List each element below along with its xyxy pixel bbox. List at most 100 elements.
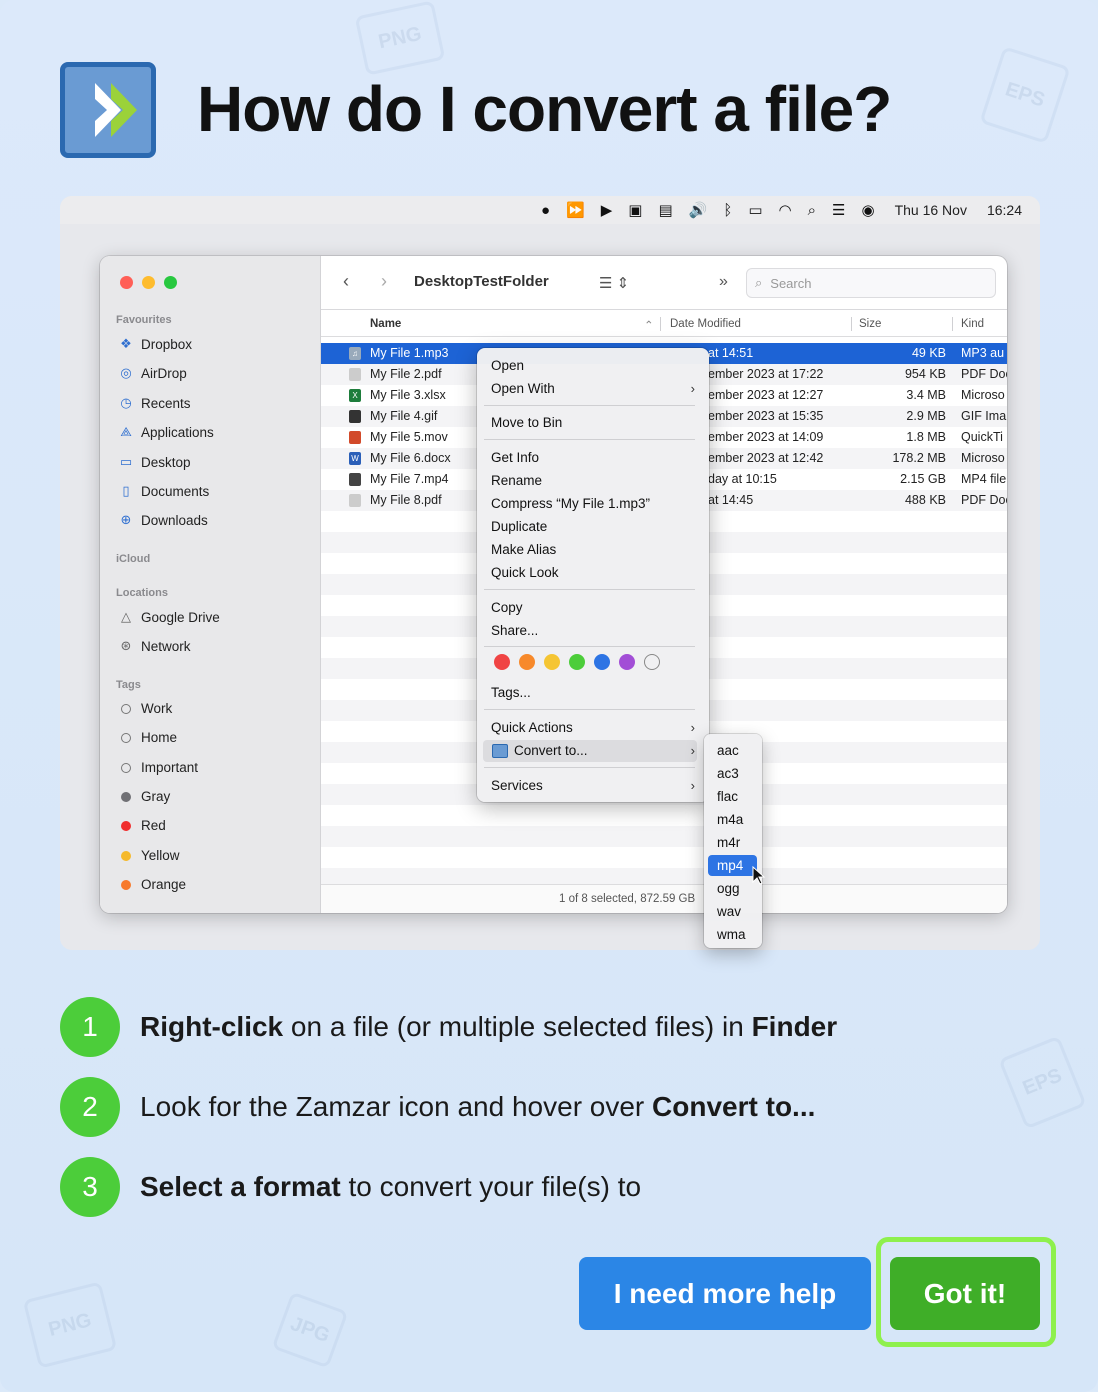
tag-color-picker [494, 654, 660, 670]
tag-color-yellow[interactable] [544, 654, 560, 670]
sidebar-item-applications[interactable]: ⟁ Applications [118, 424, 214, 440]
folder-title: DesktopTestFolder [414, 273, 549, 290]
sidebar-tag-red[interactable]: Red [118, 818, 166, 833]
mouse-cursor-icon [752, 866, 766, 885]
menu-item-tags[interactable]: Tags... [491, 685, 531, 700]
context-menu: Open Open With › Move to Bin Get Info Re… [477, 348, 709, 802]
menu-item-get-info[interactable]: Get Info [491, 450, 539, 465]
menu-item-move-to-bin[interactable]: Move to Bin [491, 415, 562, 430]
sidebar-item-network[interactable]: ⊛ Network [118, 638, 191, 654]
control-center-icon: ☰ [832, 201, 846, 219]
close-button[interactable] [120, 276, 133, 289]
tag-color-orange[interactable] [519, 654, 535, 670]
finder-screenshot: ● ⏩ ▶ ▣ ▤ 🔊 ᛒ ▭ ◠ ⌕ ☰ ◉ Thu 16 Nov 16:24… [60, 196, 1040, 950]
sidebar-section-tags: Tags [116, 679, 141, 691]
menu-separator [484, 405, 695, 406]
menu-item-services[interactable]: Services [491, 778, 543, 793]
excel-file-icon: X [349, 389, 361, 402]
tag-color-red[interactable] [494, 654, 510, 670]
column-size[interactable]: Size [859, 318, 881, 330]
menu-item-open-with[interactable]: Open With [491, 381, 555, 396]
step-number: 2 [60, 1077, 120, 1137]
search-field[interactable]: ⌕ Search [746, 268, 996, 298]
column-name[interactable]: Name [370, 318, 401, 330]
chevron-right-icon: › [690, 720, 695, 735]
column-headers: Name ⌃ Date Modified Size Kind [321, 311, 1007, 337]
chevron-right-icon: › [690, 743, 695, 758]
menu-item-open[interactable]: Open [491, 358, 524, 373]
sidebar-item-airdrop[interactable]: ◎ AirDrop [118, 365, 186, 381]
format-ogg[interactable]: ogg [717, 881, 740, 896]
menu-item-duplicate[interactable]: Duplicate [491, 519, 547, 534]
screen-icon: ▣ [628, 201, 643, 219]
zamzar-arrows-icon [95, 83, 137, 137]
tag-color-blue[interactable] [594, 654, 610, 670]
sidebar-tag-orange[interactable]: Orange [118, 877, 186, 892]
sidebar-section-favourites: Favourites [116, 314, 172, 326]
menu-item-convert-to[interactable]: Convert to... [514, 743, 588, 758]
minimize-button[interactable] [142, 276, 155, 289]
menubar-time: 16:24 [986, 202, 1022, 218]
selection-status: 1 of 8 selected, 872.59 GB [559, 893, 696, 905]
format-flac[interactable]: flac [717, 789, 738, 804]
menu-item-quick-actions[interactable]: Quick Actions [491, 720, 573, 735]
zamzar-menu-icon: ⏩ [566, 201, 585, 219]
sidebar-tag-yellow[interactable]: Yellow [118, 848, 180, 863]
sidebar-section-icloud[interactable]: iCloud [116, 553, 150, 565]
tag-color-green[interactable] [569, 654, 585, 670]
tag-color-none[interactable] [644, 654, 660, 670]
column-date-modified[interactable]: Date Modified [670, 318, 741, 330]
step-3: 3 Select a format to convert your file(s… [60, 1157, 641, 1217]
sidebar-item-desktop[interactable]: ▭ Desktop [118, 454, 191, 470]
sidebar-tag-work[interactable]: Work [118, 701, 172, 716]
more-toolbar-button[interactable]: » [719, 273, 728, 291]
page-title: How do I convert a file? [197, 73, 892, 145]
format-m4r[interactable]: m4r [717, 835, 740, 850]
tag-outline-icon [121, 732, 131, 743]
download-icon: ⊕ [120, 512, 132, 527]
menu-item-rename[interactable]: Rename [491, 473, 542, 488]
forward-button[interactable]: › [381, 271, 387, 292]
back-button[interactable]: ‹ [343, 271, 349, 292]
menu-item-compress[interactable]: Compress “My File 1.mp3” [491, 496, 650, 511]
play-icon: ▶ [600, 201, 613, 219]
need-more-help-button[interactable]: I need more help [579, 1257, 871, 1330]
sidebar-tag-important[interactable]: Important [118, 760, 198, 775]
format-wav[interactable]: wav [717, 904, 741, 919]
drive-icon: △ [121, 609, 131, 624]
view-options-button[interactable]: ☰ ⇕ [599, 274, 629, 292]
tag-outline-icon [121, 703, 131, 714]
status-bar: 1 of 8 selected, 872.59 GB [321, 884, 1007, 913]
format-aac[interactable]: aac [717, 743, 739, 758]
audio-file-icon: ♫ [349, 347, 361, 360]
sidebar-item-recents[interactable]: ◷ Recents [118, 395, 190, 411]
step-text: Look for the Zamzar icon and hover over … [140, 1091, 816, 1122]
document-icon: ▯ [122, 483, 130, 498]
pdf-file-icon [349, 368, 361, 381]
menu-item-make-alias[interactable]: Make Alias [491, 542, 556, 557]
format-wma[interactable]: wma [717, 927, 746, 942]
menu-separator [484, 589, 695, 590]
zoom-button[interactable] [164, 276, 177, 289]
tag-color-purple[interactable] [619, 654, 635, 670]
window-icon: ▤ [658, 201, 673, 219]
got-it-button[interactable]: Got it! [890, 1257, 1040, 1330]
menu-item-share[interactable]: Share... [491, 623, 538, 638]
menu-item-copy[interactable]: Copy [491, 600, 523, 615]
sidebar-tag-gray[interactable]: Gray [118, 789, 170, 804]
sidebar-item-dropbox[interactable]: ❖ Dropbox [118, 336, 192, 352]
sidebar-item-google-drive[interactable]: △ Google Drive [118, 609, 220, 625]
empty-row [321, 826, 1007, 847]
sidebar-item-documents[interactable]: ▯ Documents [118, 483, 209, 499]
format-m4a[interactable]: m4a [717, 812, 743, 827]
sidebar-tag-home[interactable]: Home [118, 730, 177, 745]
clock-icon: ◷ [120, 395, 132, 410]
record-icon: ● [540, 201, 551, 219]
dropbox-icon: ❖ [120, 336, 132, 351]
menu-item-quick-look[interactable]: Quick Look [491, 565, 559, 580]
column-kind[interactable]: Kind [961, 318, 984, 330]
format-submenu: aac ac3 flac m4a m4r mp4 ogg wav wma [704, 734, 766, 948]
format-mp4[interactable]: mp4 [717, 858, 743, 873]
format-ac3[interactable]: ac3 [717, 766, 739, 781]
sidebar-item-downloads[interactable]: ⊕ Downloads [118, 512, 208, 528]
